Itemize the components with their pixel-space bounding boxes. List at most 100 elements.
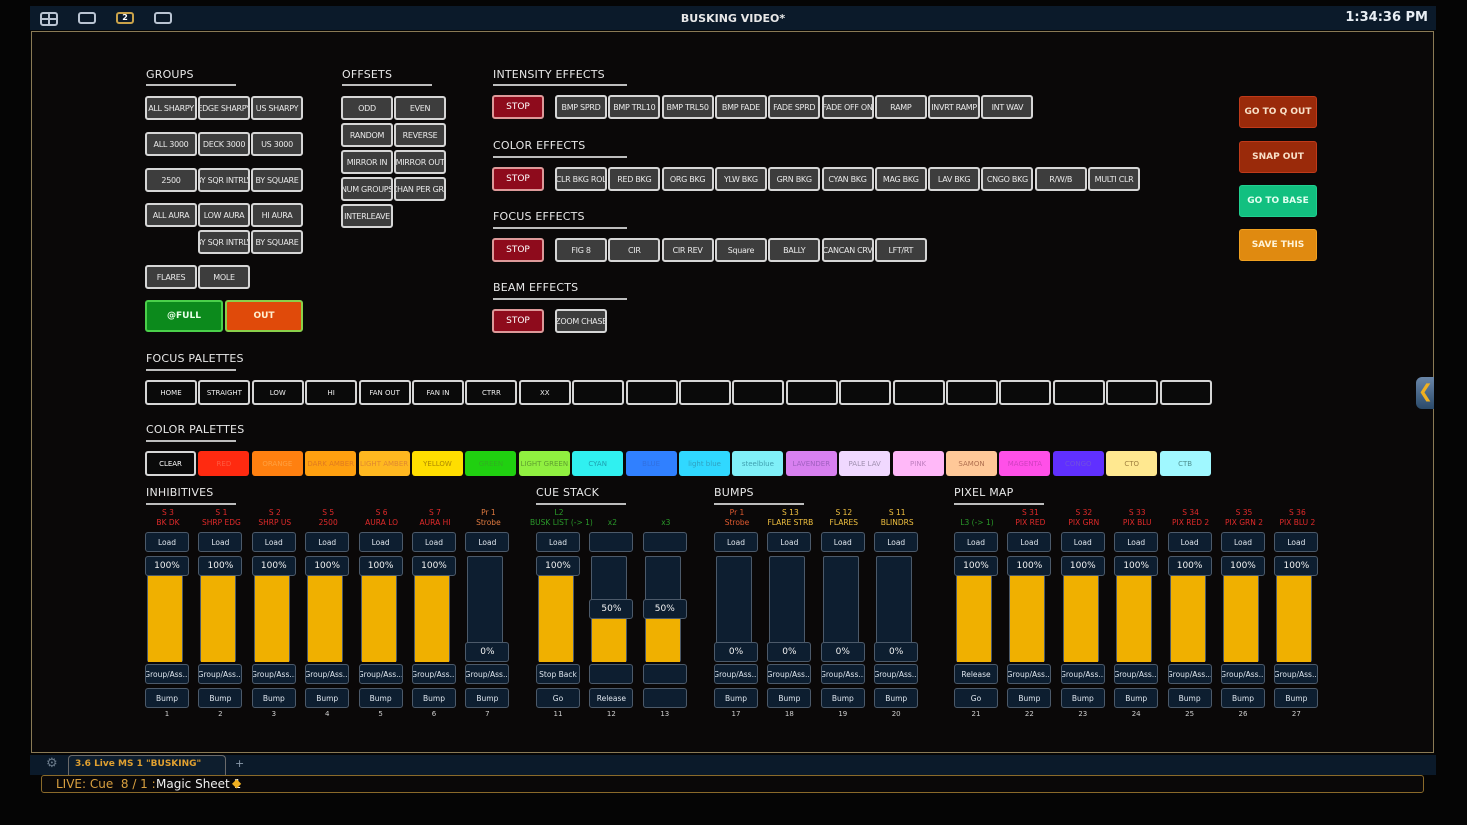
effect-button[interactable]: INVRT RAMP [928,95,981,119]
offset-button[interactable]: MIRROR IN [341,150,393,174]
fader-load-button[interactable]: Load [412,532,456,552]
color-palette-button[interactable]: LAVENDER [785,451,837,476]
effect-button[interactable]: FADE OFF ON [821,95,874,119]
color-palette-button[interactable]: GREEN [465,451,517,476]
effect-button[interactable]: CLR BKG ROL [555,167,607,191]
fader-button-2[interactable]: Bump [412,688,456,708]
effect-button[interactable]: Square [714,238,767,262]
snap-out-button[interactable]: SNAP OUT [1239,141,1317,173]
fader-load-button[interactable]: Load [145,532,189,552]
effect-button[interactable]: CIR [608,238,661,262]
color-palette-button[interactable]: MAGENTA [999,451,1051,476]
fader-value[interactable]: 100% [1221,556,1265,576]
effect-button[interactable]: R/W/B [1034,167,1087,191]
focus-stop-button[interactable]: STOP [492,238,544,262]
go-to-base-button[interactable]: GO TO BASE [1239,185,1317,217]
fader-button-1[interactable]: Release [954,664,998,684]
group-button[interactable]: FLARES [145,265,197,289]
fader-load-button[interactable]: Load [465,532,510,552]
fader-button-1[interactable]: Group/Ass... [412,664,456,684]
focus-palette-button[interactable]: XX [518,380,571,405]
fader-button-1[interactable]: Group/Ass... [1060,664,1105,684]
fader-value[interactable]: 0% [820,642,865,662]
fader-button-1[interactable]: Group/Ass... [714,664,758,684]
full-button[interactable]: @FULL [145,300,223,332]
fader-value[interactable]: 100% [412,556,456,576]
fader-button-2[interactable]: Bump [1007,688,1052,708]
focus-palette-button[interactable]: HI [305,380,358,405]
color-palette-button[interactable]: CYAN [572,451,624,476]
effect-button[interactable]: GRN BKG [768,167,821,191]
fader-value[interactable]: 100% [1060,556,1105,576]
fader-value[interactable]: 100% [305,556,350,576]
group-button[interactable]: ALL SHARPY [145,96,197,120]
offset-button[interactable]: ODD [341,96,393,120]
focus-palette-button[interactable] [892,380,945,405]
color-palette-button[interactable]: YELLOW [412,451,463,476]
fader-button-2[interactable] [642,688,687,708]
fader-load-button[interactable]: Load [251,532,296,552]
group-button[interactable]: HI AURA [251,203,303,227]
color-palette-button[interactable]: PINK [892,451,944,476]
group-button[interactable]: EDGE SHARPY [198,96,250,120]
add-tab-button[interactable]: + [235,757,244,770]
effect-button[interactable]: BALLY [768,238,821,262]
focus-palette-button[interactable] [1052,380,1105,405]
fader-button-2[interactable]: Bump [251,688,296,708]
effect-button[interactable]: LAV BKG [928,167,981,191]
group-button[interactable]: DECK 3000 [198,132,250,156]
color-palette-button[interactable]: LIGHT AMBER [358,451,410,476]
fader-button-2[interactable]: Bump [820,688,865,708]
fader-value[interactable]: 50% [642,599,687,619]
fader-load-button[interactable]: Load [1060,532,1105,552]
color-palette-button[interactable]: PALE LAV [839,451,891,476]
fader-load-button[interactable]: Load [954,532,998,552]
effect-button[interactable]: BMP TRL50 [661,95,714,119]
effect-button[interactable]: CYAN BKG [821,167,874,191]
group-button[interactable]: US 3000 [251,132,303,156]
go-to-q-out-button[interactable]: GO TO Q OUT [1239,96,1317,128]
group-button[interactable]: US SHARPY [251,96,303,120]
offset-button[interactable]: RANDOM [341,123,393,147]
fader-load-button[interactable]: Load [1114,532,1159,552]
group-button[interactable]: ALL 3000 [145,132,197,156]
fader-button-1[interactable]: Group/Ass... [820,664,865,684]
fader-button-2[interactable]: Go [954,688,998,708]
focus-palette-button[interactable] [946,380,998,405]
color-palette-button[interactable]: RED [198,451,250,476]
tab-live-ms1[interactable]: 3.6 Live MS 1 "BUSKING" [68,755,226,775]
fader-value[interactable]: 100% [198,556,243,576]
save-this-button[interactable]: SAVE THIS [1239,229,1317,261]
effect-button[interactable]: CIR REV [661,238,714,262]
fader-load-button[interactable]: Load [1274,532,1319,552]
fader-button-1[interactable]: Group/Ass... [198,664,243,684]
fader-button-1[interactable]: Group/Ass... [1221,664,1265,684]
effect-button[interactable]: FIG 8 [555,238,607,262]
focus-palette-button[interactable] [625,380,678,405]
fader-button-1[interactable] [589,664,634,684]
color-palette-button[interactable]: CTB [1159,451,1211,476]
color-palette-button[interactable]: CTO [1106,451,1158,476]
fader-button-1[interactable]: Group/Ass... [145,664,189,684]
fader-value[interactable]: 100% [251,556,296,576]
color-palette-button[interactable]: SAMON [946,451,997,476]
focus-palette-button[interactable] [1159,380,1212,405]
fader-button-2[interactable]: Release [589,688,634,708]
fader-button-1[interactable]: Stop Back [536,664,580,684]
focus-palette-button[interactable]: HOME [145,380,197,405]
fader-value[interactable]: 100% [1007,556,1052,576]
fader-load-button[interactable]: Load [536,532,580,552]
fader-button-2[interactable]: Bump [1221,688,1265,708]
fader-button-1[interactable]: Group/Ass... [358,664,403,684]
color-palette-button[interactable]: LIGHT GREEN [518,451,570,476]
fader-button-2[interactable]: Bump [874,688,919,708]
fader-load-button[interactable]: Load [1167,532,1212,552]
command-line[interactable]: LIVE: Cue 8 / 1 : Magic Sheet 1 ◆ [41,775,1424,793]
color-palette-button[interactable]: CONGO [1052,451,1104,476]
fader-button-1[interactable]: Group/Ass... [1007,664,1052,684]
fader-load-button[interactable]: Load [305,532,350,552]
group-button[interactable]: BY SQR INTRLV [198,230,250,254]
color-palette-button[interactable]: DARK AMBER [305,451,357,476]
group-button[interactable]: ALL AURA [145,203,197,227]
effect-button[interactable]: INT WAV [981,95,1034,119]
